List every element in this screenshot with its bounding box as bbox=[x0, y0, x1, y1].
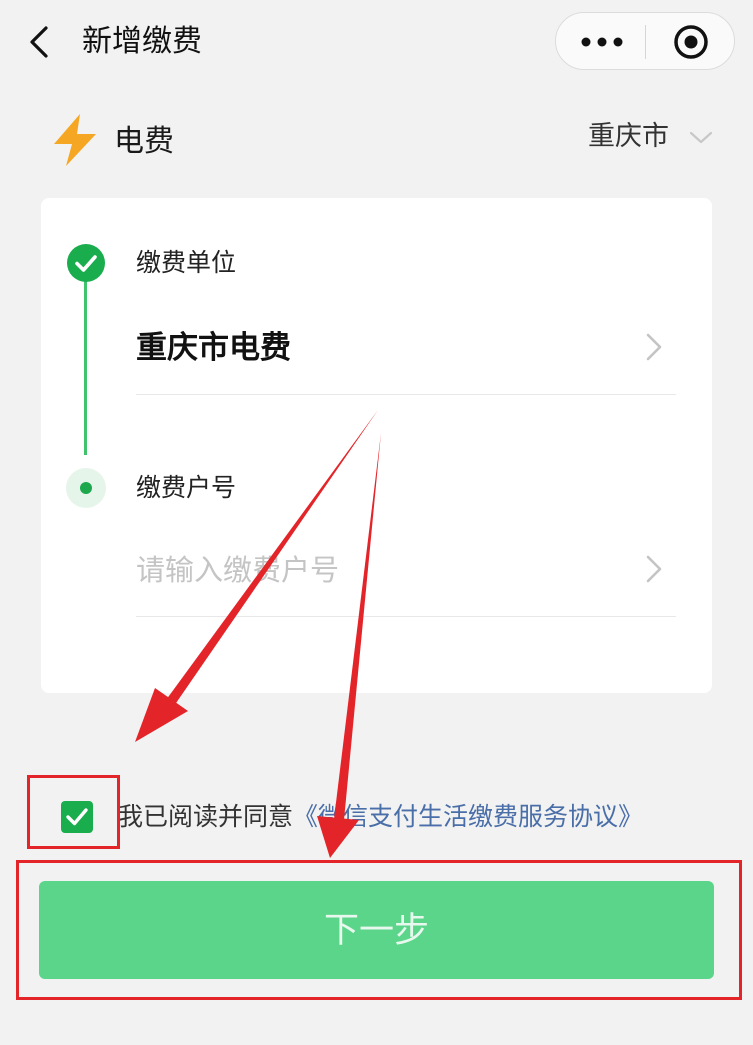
account-row[interactable] bbox=[136, 520, 676, 617]
payee-row[interactable]: 重庆市电费 bbox=[136, 298, 676, 395]
checkbox-highlight-box bbox=[27, 775, 120, 849]
city-label: 重庆市 bbox=[588, 121, 669, 152]
agreement-text: 我已阅读并同意《微信支付生活缴费服务协议》 bbox=[118, 797, 643, 837]
agreement-link[interactable]: 《微信支付生活缴费服务协议》 bbox=[293, 802, 643, 831]
bill-type-label: 电费 bbox=[114, 124, 174, 159]
agreement-prefix: 我已阅读并同意 bbox=[118, 802, 294, 831]
chevron-right-icon bbox=[646, 555, 662, 583]
close-target-icon[interactable] bbox=[672, 23, 710, 61]
account-step-label: 缴费户号 bbox=[136, 473, 237, 502]
mini-program-capsule bbox=[555, 12, 735, 70]
current-step-dot-icon bbox=[66, 468, 106, 508]
lightning-bolt-icon bbox=[54, 114, 96, 166]
back-chevron-icon[interactable] bbox=[22, 22, 62, 62]
more-dots-icon[interactable] bbox=[576, 30, 628, 54]
account-number-input[interactable] bbox=[136, 548, 616, 592]
step-connector-line bbox=[84, 280, 87, 455]
check-circle-icon bbox=[67, 244, 105, 282]
city-selector[interactable]: 重庆市 bbox=[588, 117, 715, 157]
chevron-right-icon bbox=[646, 333, 662, 361]
current-step-dot bbox=[80, 482, 92, 494]
chevron-down-icon bbox=[689, 131, 713, 144]
capsule-divider bbox=[645, 25, 646, 59]
payee-value: 重庆市电费 bbox=[136, 330, 291, 366]
page-title: 新增缴费 bbox=[82, 24, 202, 59]
payment-form-card: 缴费单位 重庆市电费 缴费户号 bbox=[41, 198, 712, 693]
payee-step-label: 缴费单位 bbox=[136, 248, 237, 277]
button-highlight-box bbox=[16, 860, 742, 1000]
